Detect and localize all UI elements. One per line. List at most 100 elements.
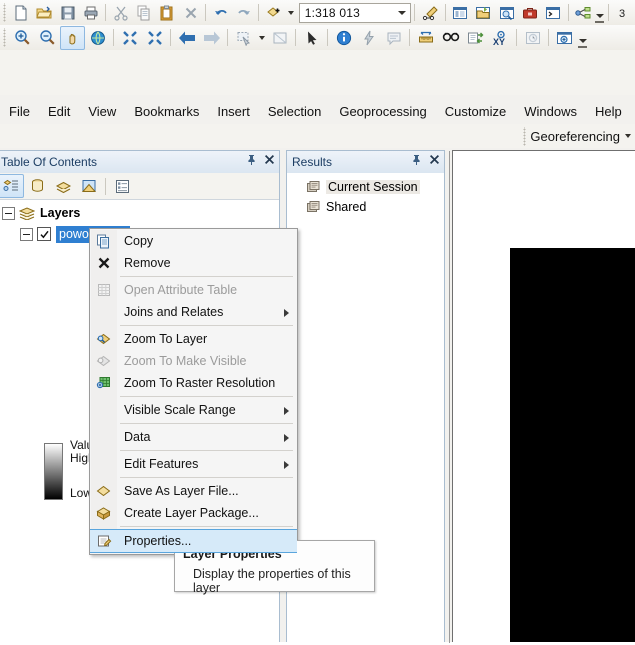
context-menu-label: Visible Scale Range <box>124 403 236 417</box>
find-route-icon[interactable] <box>463 26 488 50</box>
results-item-shared[interactable]: Shared <box>287 197 444 217</box>
menu-item-customize[interactable]: Customize <box>436 101 515 122</box>
toolbar-grip[interactable] <box>521 126 529 146</box>
context-menu-item-data[interactable]: Data <box>90 426 297 448</box>
menu-item-view[interactable]: View <box>79 101 125 122</box>
print-icon[interactable] <box>79 1 102 25</box>
menu-item-bookmarks[interactable]: Bookmarks <box>125 101 208 122</box>
hyperlink-icon[interactable] <box>356 26 381 50</box>
menu-item-windows[interactable]: Windows <box>515 101 586 122</box>
select-elements-icon[interactable] <box>299 26 324 50</box>
table-of-contents-icon[interactable] <box>449 1 472 25</box>
context-menu-item-zoom-to-layer[interactable]: Zoom To Layer <box>90 328 297 350</box>
open-icon[interactable] <box>33 1 56 25</box>
map-view[interactable] <box>449 150 635 643</box>
list-by-selection-icon[interactable] <box>76 174 102 198</box>
full-extent-icon[interactable] <box>85 26 110 50</box>
none-icon <box>90 426 117 448</box>
context-menu-label: Remove <box>124 256 171 270</box>
results-item-current-session[interactable]: Current Session <box>287 177 444 197</box>
toolbar-separator <box>444 4 446 21</box>
list-by-visibility-icon[interactable] <box>50 174 76 198</box>
cut-icon[interactable] <box>109 1 132 25</box>
layer-visibility-checkbox[interactable] <box>37 227 51 241</box>
svg-text:3: 3 <box>619 8 625 20</box>
toolbox-icon[interactable] <box>518 1 541 25</box>
expander-icon[interactable] <box>2 206 15 220</box>
context-menu-label: Zoom To Make Visible <box>124 354 247 368</box>
measure-icon[interactable] <box>413 26 438 50</box>
search-window-icon[interactable] <box>495 1 518 25</box>
clear-selection-icon[interactable] <box>267 26 292 50</box>
context-menu-item-remove[interactable]: Remove <box>90 252 297 274</box>
add-data-dropdown-icon[interactable] <box>286 2 296 24</box>
new-map-icon[interactable] <box>9 1 32 25</box>
go-to-xy-icon[interactable]: XY <box>488 26 513 50</box>
raster-layer-display <box>510 248 635 642</box>
context-menu-item-copy[interactable]: Copy <box>90 230 297 252</box>
go-forward-extent-icon[interactable] <box>199 26 224 50</box>
context-menu-item-zoom-to-raster-resolution[interactable]: Zoom To Raster Resolution <box>90 372 297 394</box>
menu-item-edit[interactable]: Edit <box>39 101 79 122</box>
zoom-in-icon[interactable] <box>10 26 35 50</box>
zoom-to-layer-icon <box>90 328 117 350</box>
menu-item-insert[interactable]: Insert <box>208 101 259 122</box>
copy-icon[interactable] <box>132 1 155 25</box>
pin-icon[interactable] <box>410 153 423 166</box>
identify-icon[interactable] <box>331 26 356 50</box>
chevron-down-icon[interactable] <box>625 134 631 138</box>
select-features-dropdown-icon[interactable] <box>256 27 267 49</box>
model-builder-icon[interactable] <box>572 1 595 25</box>
context-menu-item-joins-and-relates[interactable]: Joins and Relates <box>90 301 297 323</box>
panel-divider[interactable] <box>449 151 450 643</box>
context-menu-item-properties[interactable]: Properties... <box>90 529 297 553</box>
toolbar-overflow-icon[interactable] <box>577 27 588 49</box>
context-menu-item-save-as-layer-file[interactable]: Save As Layer File... <box>90 480 297 502</box>
toolbar-overflow-icon[interactable] <box>595 2 605 24</box>
menu-item-selection[interactable]: Selection <box>259 101 330 122</box>
create-viewer-window-icon[interactable] <box>552 26 577 50</box>
context-menu-item-visible-scale-range[interactable]: Visible Scale Range <box>90 399 297 421</box>
menu-item-help[interactable]: Help <box>586 101 631 122</box>
georeferencing-label[interactable]: Georeferencing <box>530 129 620 144</box>
menu-item-file[interactable]: File <box>0 101 39 122</box>
options-icon[interactable] <box>109 174 135 198</box>
toolbar-grip[interactable] <box>1 28 8 47</box>
extra-toolbar-icon[interactable]: 3 <box>612 1 635 25</box>
toolbar-grip[interactable] <box>1 3 8 22</box>
redo-icon[interactable] <box>232 1 255 25</box>
list-by-source-icon[interactable] <box>24 174 50 198</box>
toc-root-layers[interactable]: Layers <box>0 204 279 222</box>
list-by-drawing-order-icon[interactable] <box>0 174 24 198</box>
select-features-icon[interactable] <box>231 26 256 50</box>
editor-toolbar-icon[interactable] <box>418 1 441 25</box>
undo-icon[interactable] <box>209 1 232 25</box>
catalog-icon[interactable] <box>472 1 495 25</box>
context-menu-separator <box>120 396 293 397</box>
pin-icon[interactable] <box>245 153 258 166</box>
fixed-zoom-in-icon[interactable] <box>117 26 142 50</box>
toolbar-separator <box>170 29 171 46</box>
fixed-zoom-out-icon[interactable] <box>142 26 167 50</box>
zoom-out-icon[interactable] <box>35 26 60 50</box>
go-back-extent-icon[interactable] <box>174 26 199 50</box>
chevron-down-icon[interactable] <box>398 10 407 15</box>
menu-item-geoprocessing[interactable]: Geoprocessing <box>330 101 435 122</box>
context-menu-label: Properties... <box>124 534 192 548</box>
tools-toolbar: XY <box>0 25 635 50</box>
context-menu-item-create-layer-package[interactable]: Create Layer Package... <box>90 502 297 524</box>
context-menu-item-edit-features[interactable]: Edit Features <box>90 453 297 475</box>
expander-icon[interactable] <box>20 227 33 241</box>
paste-icon[interactable] <box>156 1 179 25</box>
time-slider-icon[interactable] <box>520 26 545 50</box>
close-icon[interactable] <box>428 153 441 166</box>
scale-input[interactable]: 1:318 013 <box>298 2 412 23</box>
find-icon[interactable] <box>438 26 463 50</box>
close-icon[interactable] <box>263 153 276 166</box>
html-popup-icon[interactable] <box>381 26 406 50</box>
save-icon[interactable] <box>56 1 79 25</box>
python-window-icon[interactable] <box>541 1 564 25</box>
add-data-icon[interactable] <box>262 1 285 25</box>
delete-icon[interactable] <box>179 1 202 25</box>
pan-icon[interactable] <box>60 25 85 50</box>
